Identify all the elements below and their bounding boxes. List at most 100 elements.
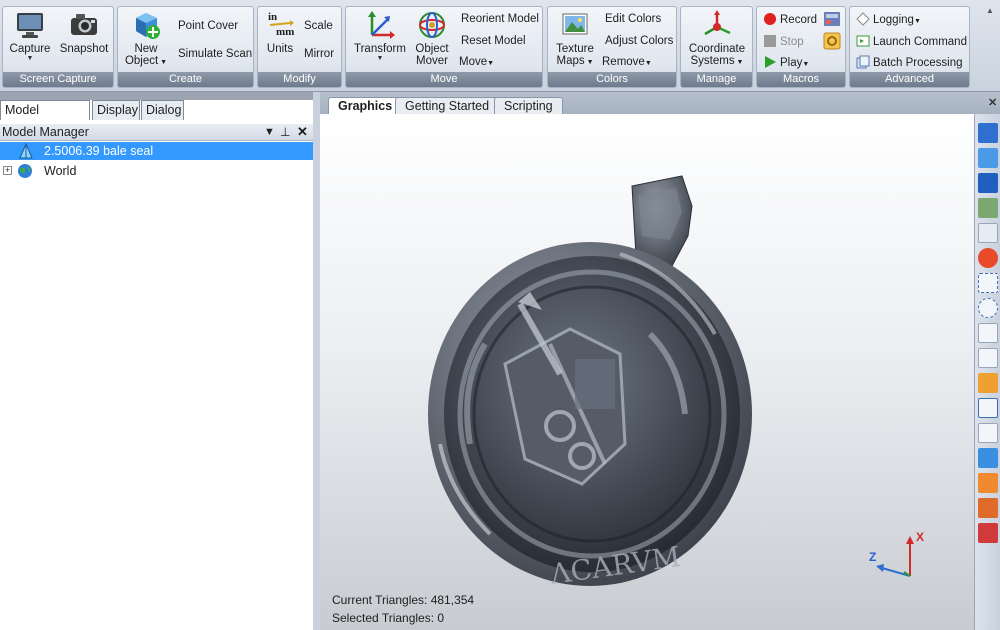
monitor-icon (14, 9, 46, 41)
coordinate-systems-label-1: Coordinate (688, 43, 746, 55)
graphics-viewport[interactable]: ΛCARVM Z X Current Triangles: 481,354 Se… (320, 114, 974, 630)
grow-selection-icon[interactable] (978, 473, 998, 493)
magnet-select-icon[interactable] (978, 373, 998, 393)
scale-label: Scale (304, 20, 333, 32)
lighting-icon[interactable] (978, 198, 998, 218)
transform-button[interactable]: Transform ▼ (350, 9, 410, 63)
color-wheel-icon[interactable] (978, 248, 998, 268)
coordinate-systems-button[interactable]: Coordinate Systems ▼ (683, 9, 751, 69)
simulate-scan-label: Simulate Scan (178, 48, 253, 60)
ribbon-group-macros: Record Stop Play▼ Macros (756, 6, 846, 88)
delete-selection-icon[interactable] (978, 523, 998, 543)
remove-dropdown[interactable]: Remove▼ (602, 55, 652, 71)
panel-splitter[interactable] (313, 92, 320, 630)
pin-icon[interactable]: ⊥ (280, 124, 290, 140)
macro-settings-icon[interactable] (823, 32, 841, 50)
select-through-icon[interactable] (978, 398, 998, 418)
caret-down-icon: ▼ (376, 55, 384, 62)
batch-processing-icon (856, 55, 870, 69)
mirror-button[interactable]: Mirror (304, 47, 334, 61)
group-label-manage: Manage (681, 72, 752, 87)
object-mover-icon (416, 9, 448, 41)
caret-down-icon: ▼ (584, 59, 594, 66)
snapshot-button[interactable]: Snapshot (57, 9, 111, 55)
snapshot-label: Snapshot (59, 43, 109, 55)
transform-label: Transform (354, 43, 406, 55)
capture-button[interactable]: Capture ▼ (7, 9, 53, 63)
texture-maps-button[interactable]: Texture Maps ▼ (552, 9, 598, 69)
tree-item-world[interactable]: + World (0, 162, 313, 180)
scale-button[interactable]: Scale (304, 19, 333, 33)
tab-graphics[interactable]: Graphics (328, 97, 403, 114)
tab-getting-started[interactable]: Getting Started (395, 97, 500, 114)
ribbon-group-colors: Texture Maps ▼ Edit Colors Adjust Colors… (547, 6, 677, 88)
coordinate-systems-label-2: Systems (690, 55, 735, 67)
edit-colors-button[interactable]: Edit Colors (605, 12, 661, 26)
selected-triangles-text: Selected Triangles: 0 (332, 611, 445, 625)
lasso-select-icon[interactable] (978, 298, 998, 318)
group-label-advanced: Advanced (850, 72, 969, 87)
texture-maps-label-2: Maps (556, 55, 585, 67)
new-object-label-2: Object (124, 55, 159, 67)
globe-icon (17, 163, 33, 179)
rect-select-icon[interactable] (978, 273, 998, 293)
close-icon[interactable]: ✕ (297, 124, 308, 140)
record-button[interactable]: Record (763, 12, 817, 27)
adjust-colors-button[interactable]: Adjust Colors (605, 34, 673, 48)
invert-selection-icon[interactable] (978, 448, 998, 468)
dropdown-icon[interactable]: ▼ (264, 124, 275, 140)
zoom-icon[interactable] (978, 223, 998, 243)
new-object-button[interactable]: New Object ▼ (122, 9, 170, 69)
view-cube-icon[interactable] (978, 123, 998, 143)
zoom-fit-icon[interactable] (978, 173, 998, 193)
deselect-icon[interactable] (978, 423, 998, 443)
tab-scripting[interactable]: Scripting (494, 97, 563, 114)
rotate-view-icon[interactable] (978, 148, 998, 168)
caret-down-icon: ▼ (487, 60, 495, 67)
units-button[interactable]: in mm Units (260, 9, 300, 55)
caret-down-icon: ▼ (734, 59, 744, 66)
reset-model-button[interactable]: Reset Model (461, 34, 526, 48)
brush-select-icon[interactable] (978, 348, 998, 368)
object-mover-label-2: Mover (416, 55, 448, 67)
stop-button[interactable]: Stop (763, 34, 804, 49)
pointer-select-icon[interactable] (978, 323, 998, 343)
object-mover-label-1: Object (415, 43, 449, 55)
play-icon (763, 55, 777, 69)
record-icon (763, 12, 777, 26)
tree-item-label: World (44, 164, 77, 178)
axis-x-label: X (916, 530, 925, 544)
macro-editor-icon[interactable] (823, 11, 841, 27)
ribbon-group-manage: Coordinate Systems ▼ Manage (680, 6, 753, 88)
move-dropdown[interactable]: Move▼ (459, 55, 494, 71)
ribbon-group-advanced: Logging▼ Launch Command Batch Processing… (849, 6, 970, 88)
tab-dialog[interactable]: Dialog (141, 100, 184, 120)
group-label-colors: Colors (548, 72, 676, 87)
coordinate-systems-icon (701, 9, 733, 41)
close-icon[interactable]: ✕ (988, 96, 997, 109)
group-label-modify: Modify (258, 72, 341, 87)
point-cover-button[interactable]: Point Cover (178, 19, 238, 33)
logging-label: Logging (873, 14, 914, 26)
ribbon-group-modify: in mm Units Scale Mirror Modify (257, 6, 342, 88)
new-object-icon (130, 9, 162, 41)
tree-item-bale-seal[interactable]: 2.5006.39 bale seal (0, 142, 313, 160)
expand-plus-icon[interactable]: + (3, 166, 12, 175)
ribbon-collapse-icon[interactable]: ▲ (986, 6, 994, 15)
reset-model-label: Reset Model (461, 35, 526, 47)
logging-dropdown[interactable]: Logging▼ (856, 12, 921, 29)
shrink-selection-icon[interactable] (978, 498, 998, 518)
capture-label: Capture (9, 43, 51, 55)
reorient-model-button[interactable]: Reorient Model (461, 12, 539, 26)
record-label: Record (780, 14, 818, 26)
tab-display[interactable]: Display (92, 100, 140, 120)
play-dropdown[interactable]: Play▼ (763, 55, 809, 72)
texture-map-icon (559, 9, 591, 41)
simulate-scan-button[interactable]: Simulate Scan (178, 47, 252, 61)
caret-down-icon: ▼ (644, 60, 652, 67)
object-mover-button[interactable]: Object Mover (412, 9, 452, 67)
tab-model-manager[interactable]: Model Manager (0, 100, 90, 136)
launch-command-label: Launch Command (873, 36, 967, 48)
batch-processing-button[interactable]: Batch Processing (856, 55, 963, 70)
launch-command-button[interactable]: Launch Command (856, 34, 967, 49)
